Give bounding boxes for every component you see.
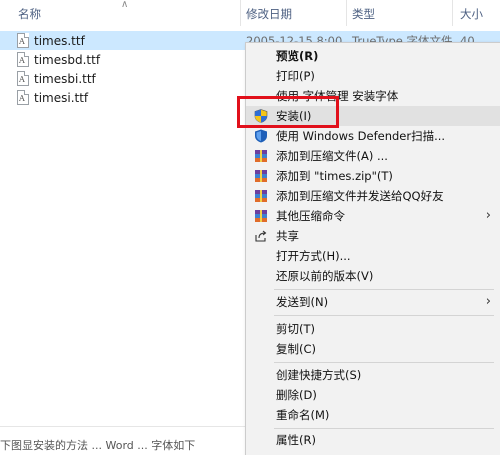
font-file-icon: A bbox=[17, 33, 29, 48]
menu-separator bbox=[274, 315, 494, 316]
menu-item-restore[interactable]: 还原以前的版本(V) bbox=[246, 266, 500, 286]
column-size[interactable]: 大小 bbox=[460, 0, 483, 26]
share-icon bbox=[255, 230, 267, 242]
menu-item-print[interactable]: 打印(P) bbox=[246, 66, 500, 86]
menu-item-add-send-qq[interactable]: 添加到压缩文件并发送给QQ好友 bbox=[246, 186, 500, 206]
menu-item-copy[interactable]: 复制(C) bbox=[246, 339, 500, 359]
column-header: 名称 ∧ 修改日期 类型 大小 bbox=[0, 0, 500, 26]
menu-item-label: 添加到压缩文件(A) ... bbox=[276, 149, 388, 163]
horizontal-divider bbox=[0, 426, 245, 427]
menu-item-share[interactable]: 共享 bbox=[246, 226, 500, 246]
column-type[interactable]: 类型 bbox=[352, 0, 375, 26]
menu-item-preview[interactable]: 预览(R) bbox=[246, 46, 500, 66]
column-name[interactable]: 名称 bbox=[18, 0, 41, 26]
file-name: timesbi.ttf bbox=[34, 72, 96, 86]
menu-item-label: 创建快捷方式(S) bbox=[276, 368, 362, 382]
menu-item-add-archive[interactable]: 添加到压缩文件(A) ... bbox=[246, 146, 500, 166]
menu-item-label: 复制(C) bbox=[276, 342, 317, 356]
column-modified[interactable]: 修改日期 bbox=[246, 0, 292, 26]
menu-item-open-with[interactable]: 打开方式(H)... bbox=[246, 246, 500, 266]
menu-item-label: 添加到 "times.zip"(T) bbox=[276, 169, 393, 183]
menu-item-label: 删除(D) bbox=[276, 388, 317, 402]
menu-item-rename[interactable]: 重命名(M) bbox=[246, 405, 500, 425]
menu-item-cut[interactable]: 剪切(T) bbox=[246, 319, 500, 339]
menu-item-create-shortcut[interactable]: 创建快捷方式(S) bbox=[246, 365, 500, 385]
winrar-icon bbox=[255, 150, 267, 162]
column-divider[interactable] bbox=[240, 0, 241, 26]
menu-item-send-to[interactable]: 发送到(N) › bbox=[246, 292, 500, 312]
menu-item-delete[interactable]: 删除(D) bbox=[246, 385, 500, 405]
menu-item-label: 其他压缩命令 bbox=[276, 209, 345, 223]
menu-separator bbox=[274, 428, 494, 429]
menu-item-label: 发送到(N) bbox=[276, 295, 329, 309]
menu-item-label: 还原以前的版本(V) bbox=[276, 269, 374, 283]
menu-item-label: 属性(R) bbox=[276, 433, 316, 447]
menu-item-label: 共享 bbox=[276, 229, 299, 243]
chevron-right-icon: › bbox=[485, 208, 491, 223]
chevron-right-icon: › bbox=[485, 294, 491, 309]
menu-item-defender[interactable]: 使用 Windows Defender扫描... bbox=[246, 126, 500, 146]
menu-item-label: 打开方式(H)... bbox=[276, 249, 351, 263]
column-divider[interactable] bbox=[346, 0, 347, 26]
menu-item-label: 使用 Windows Defender扫描... bbox=[276, 129, 446, 143]
font-file-icon: A bbox=[17, 90, 29, 105]
column-divider[interactable] bbox=[452, 0, 453, 26]
bottom-caption: 下图显安装的方法 ... Word ... 字体如下 bbox=[0, 439, 196, 452]
menu-item-label: 添加到压缩文件并发送给QQ好友 bbox=[276, 189, 444, 203]
file-name: timesbd.ttf bbox=[34, 53, 101, 67]
menu-item-label: 重命名(M) bbox=[276, 408, 330, 422]
winrar-icon bbox=[255, 170, 267, 182]
defender-shield-icon bbox=[255, 129, 267, 143]
menu-item-other-compress[interactable]: 其他压缩命令 › bbox=[246, 206, 500, 226]
menu-item-label: 打印(P) bbox=[276, 69, 315, 83]
winrar-icon bbox=[255, 190, 267, 202]
menu-item-label: 剪切(T) bbox=[276, 322, 315, 336]
highlight-box bbox=[237, 96, 339, 128]
file-name: timesi.ttf bbox=[34, 91, 89, 105]
file-name: times.ttf bbox=[34, 34, 85, 48]
menu-separator bbox=[274, 362, 494, 363]
menu-separator bbox=[274, 289, 494, 290]
menu-item-properties[interactable]: 属性(R) bbox=[246, 430, 500, 450]
font-file-icon: A bbox=[17, 52, 29, 67]
font-file-icon: A bbox=[17, 71, 29, 86]
menu-item-add-zip[interactable]: 添加到 "times.zip"(T) bbox=[246, 166, 500, 186]
winrar-icon bbox=[255, 210, 267, 222]
chevron-up-icon: ∧ bbox=[121, 0, 129, 10]
menu-item-label: 预览(R) bbox=[276, 49, 319, 63]
